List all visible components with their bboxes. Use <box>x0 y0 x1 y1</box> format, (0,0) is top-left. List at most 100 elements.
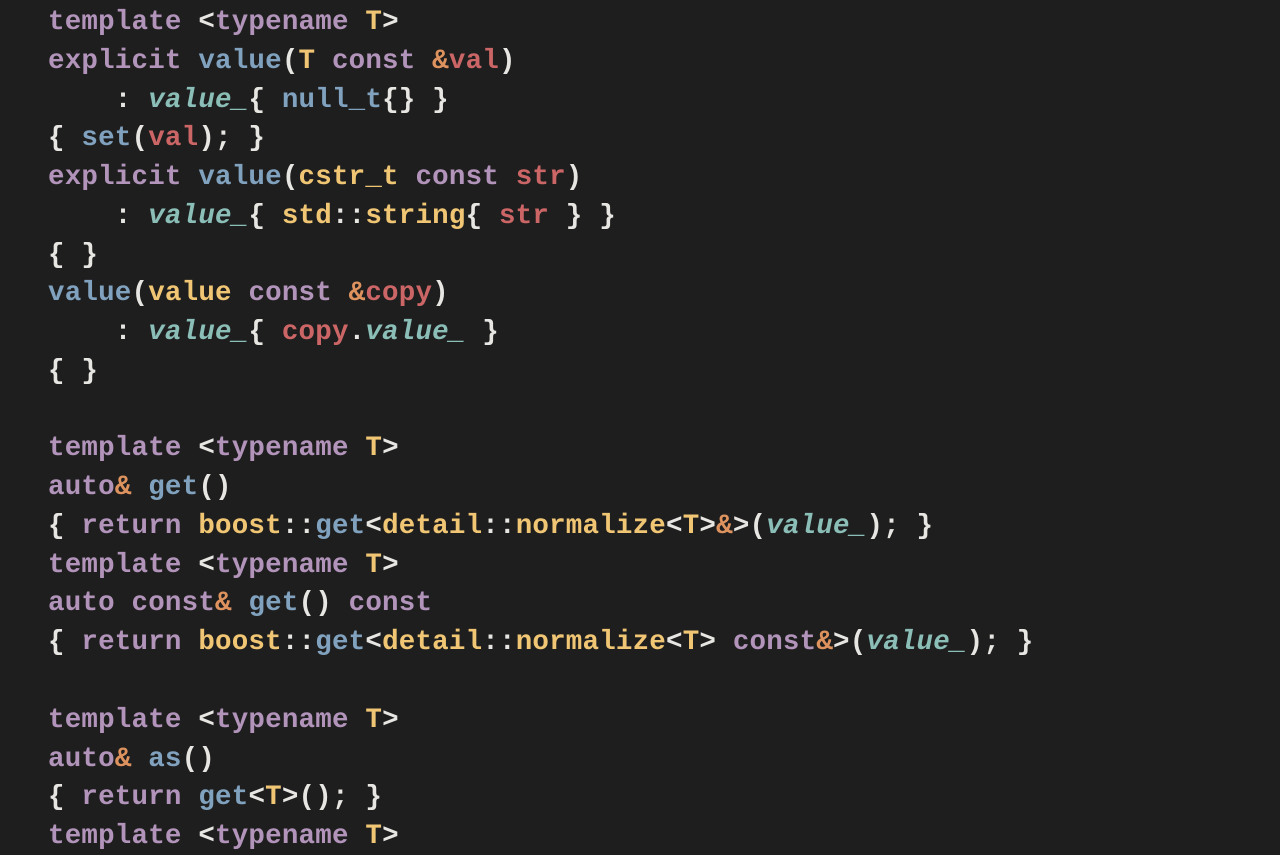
code-token-type: T <box>365 705 382 736</box>
code-token-pun: < <box>182 550 215 581</box>
code-token-fn: get <box>198 782 248 813</box>
code-token-type: boost <box>198 627 282 658</box>
code-token-pun: >( <box>833 627 866 658</box>
code-token-pun: > <box>699 627 732 658</box>
code-token-pun: { } <box>48 240 98 271</box>
code-token-amp: & <box>115 744 132 775</box>
code-token-var: str <box>516 162 566 193</box>
code-token-var: copy <box>365 278 432 309</box>
code-token-fn: get <box>315 511 365 542</box>
code-token-type: T <box>683 511 700 542</box>
code-token-pun: < <box>182 433 215 464</box>
code-token-kw: auto <box>48 472 115 503</box>
code-token-pun: { <box>48 123 81 154</box>
code-token-pun: > <box>382 705 399 736</box>
code-token-pun: ) <box>432 278 449 309</box>
code-token-mem: value_ <box>148 317 248 348</box>
code-token-kw: return <box>81 782 181 813</box>
code-token-fn: null_t <box>282 85 382 116</box>
code-token-pun <box>132 472 149 503</box>
code-token-pun <box>332 278 349 309</box>
code-token-fn: set <box>81 123 131 154</box>
code-token-kw: const <box>415 162 499 193</box>
code-token-kw: typename <box>215 7 349 38</box>
code-token-pun: > <box>699 511 716 542</box>
code-token-kw: const <box>733 627 817 658</box>
code-token-pun <box>349 550 366 581</box>
code-token-var: val <box>148 123 198 154</box>
code-token-pun: ( <box>132 278 149 309</box>
code-token-type: cstr_t <box>299 162 399 193</box>
code-token-pun: ) <box>566 162 583 193</box>
code-token-pun <box>415 46 432 77</box>
code-token-pun: {} } <box>382 85 449 116</box>
code-token-kw: template <box>48 821 182 852</box>
code-token-mem: value_ <box>365 317 465 348</box>
code-token-kw: template <box>48 433 182 464</box>
code-token-kw: return <box>81 511 181 542</box>
code-token-pun <box>349 821 366 852</box>
code-token-pun: } } <box>549 201 616 232</box>
code-token-pun: () <box>198 472 231 503</box>
code-token-amp: & <box>215 588 232 619</box>
code-token-pun <box>182 46 199 77</box>
code-token-mem: value_ <box>148 85 248 116</box>
code-token-type: T <box>265 782 282 813</box>
code-token-pun: { <box>48 782 81 813</box>
code-token-pun: >( <box>733 511 766 542</box>
code-token-type: normalize <box>516 511 666 542</box>
code-token-kw: explicit <box>48 162 182 193</box>
code-token-pun <box>132 744 149 775</box>
code-token-pun: :: <box>282 511 315 542</box>
code-token-fn: get <box>148 472 198 503</box>
code-token-pun: :: <box>282 627 315 658</box>
code-token-mem: value_ <box>766 511 866 542</box>
code-token-pun: > <box>382 821 399 852</box>
code-token-type: T <box>683 627 700 658</box>
code-token-pun <box>182 162 199 193</box>
code-token-mem: value_ <box>866 627 966 658</box>
code-token-kw: template <box>48 7 182 38</box>
code-token-fn: get <box>248 588 298 619</box>
code-token-fn: value <box>48 278 132 309</box>
code-token-kw: const <box>349 588 433 619</box>
code-token-kw: typename <box>215 705 349 736</box>
code-token-pun: ); } <box>198 123 265 154</box>
code-token-amp: & <box>432 46 449 77</box>
code-token-kw: auto <box>48 588 115 619</box>
code-token-pun: ( <box>282 46 299 77</box>
code-token-pun: < <box>182 7 215 38</box>
code-token-pun: ( <box>282 162 299 193</box>
code-token-pun: > <box>382 433 399 464</box>
code-token-pun <box>182 782 199 813</box>
code-block: template <typename T> explicit value(T c… <box>0 0 1280 855</box>
code-token-type: T <box>365 821 382 852</box>
code-token-pun: } <box>466 317 499 348</box>
code-token-pun <box>182 511 199 542</box>
code-token-type: T <box>365 7 382 38</box>
code-token-kw: auto <box>48 744 115 775</box>
code-token-pun: { <box>466 201 499 232</box>
code-token-type: detail <box>382 511 482 542</box>
code-token-pun <box>115 588 132 619</box>
code-token-type: boost <box>198 511 282 542</box>
code-token-fn: get <box>315 627 365 658</box>
code-token-pun: > <box>382 7 399 38</box>
code-token-type: detail <box>382 627 482 658</box>
code-token-kw: template <box>48 550 182 581</box>
code-token-pun: { <box>248 317 281 348</box>
code-token-pun: { <box>248 201 281 232</box>
code-token-pun: { <box>48 511 81 542</box>
code-token-fn: as <box>148 744 181 775</box>
code-token-pun: < <box>248 782 265 813</box>
code-token-pun: ) <box>499 46 516 77</box>
code-token-pun: < <box>365 627 382 658</box>
code-token-kw: template <box>48 705 182 736</box>
code-token-pun: < <box>666 511 683 542</box>
code-token-var: val <box>449 46 499 77</box>
code-token-amp: & <box>816 627 833 658</box>
code-token-pun: : <box>48 201 148 232</box>
code-token-type: string <box>365 201 465 232</box>
code-token-pun: > <box>382 550 399 581</box>
code-token-pun: { <box>48 627 81 658</box>
